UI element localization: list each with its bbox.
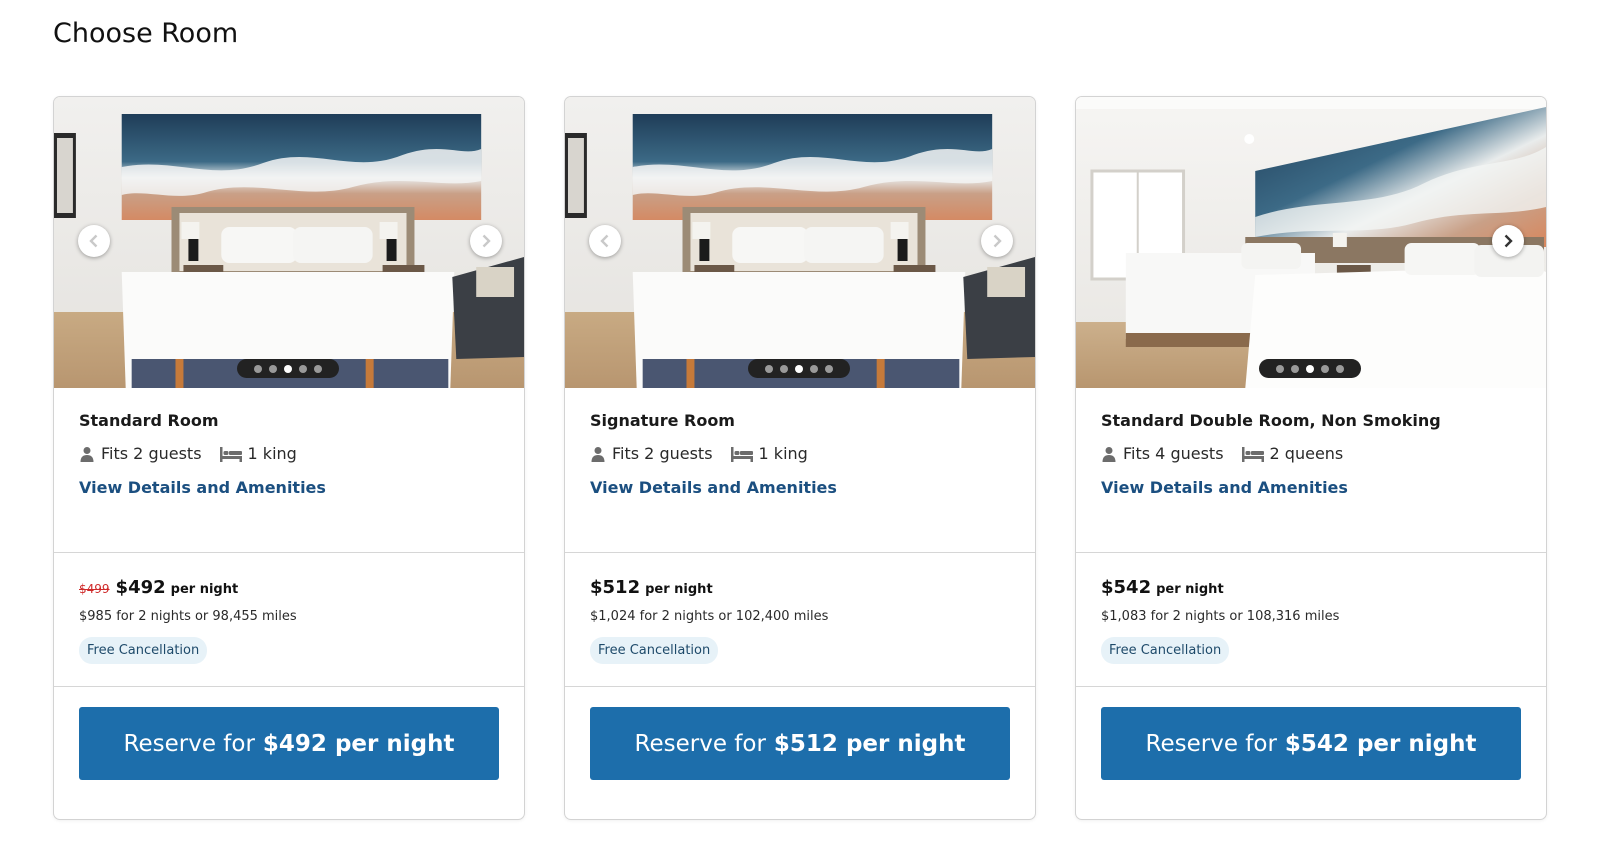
room-info: Standard Double Room, Non Smoking Fits 4… (1076, 388, 1546, 553)
carousel-dot-active[interactable] (795, 364, 803, 373)
carousel-dot[interactable] (299, 364, 307, 373)
free-cancellation-badge: Free Cancellation (79, 637, 208, 664)
carousel-dots (748, 359, 850, 378)
chevron-right-icon (1504, 234, 1513, 248)
carousel-dot-active[interactable] (1306, 364, 1314, 373)
price-unit: per night (645, 582, 713, 597)
reserve-label: Reserve for (634, 730, 766, 757)
room-photo-image (565, 97, 1035, 388)
price-unit: per night (170, 582, 239, 597)
carousel-dot[interactable] (1276, 364, 1284, 373)
reserve-button[interactable]: Reserve for $512 per night (590, 707, 1010, 780)
room-photo[interactable] (565, 97, 1035, 388)
bed-icon (730, 446, 753, 462)
carousel-dot[interactable] (1321, 364, 1329, 373)
room-photo-image (54, 97, 524, 388)
carousel-dot[interactable] (780, 364, 788, 373)
room-capacity: Fits 4 guests 2 queens (1101, 444, 1343, 463)
room-photo[interactable] (1076, 97, 1546, 388)
person-icon (590, 446, 606, 462)
bed-type: 2 queens (1269, 444, 1344, 463)
view-details-link[interactable]: View Details and Amenities (79, 478, 326, 497)
reserve-amount: $512 per night (773, 730, 966, 757)
price-unit: per night (1156, 582, 1224, 597)
bed-type: 1 king (758, 444, 808, 463)
carousel-prev-button[interactable] (78, 225, 110, 257)
carousel-dot[interactable] (314, 364, 322, 373)
carousel-dot[interactable] (269, 364, 277, 373)
carousel-dot[interactable] (810, 364, 818, 373)
chevron-left-icon (600, 234, 609, 248)
bed-info: 1 king (730, 444, 808, 463)
bed-type: 1 king (247, 444, 297, 463)
reserve-label: Reserve for (1145, 730, 1277, 757)
person-icon (79, 446, 95, 462)
guest-count: Fits 2 guests (101, 444, 202, 463)
total-price: $1,024 for 2 nights or 102,400 miles (590, 609, 829, 624)
carousel-dot[interactable] (825, 364, 833, 373)
bed-info: 2 queens (1241, 444, 1344, 463)
price-section: $542 per night $1,083 for 2 nights or 10… (1076, 553, 1546, 687)
price-section: $499 $492 per night $985 for 2 nights or… (54, 553, 524, 687)
price-line: $542 per night (1101, 577, 1224, 598)
carousel-next-button[interactable] (981, 225, 1013, 257)
carousel-next-button[interactable] (470, 225, 502, 257)
carousel-dot[interactable] (765, 364, 773, 373)
carousel-next-button[interactable] (1492, 225, 1524, 257)
bed-icon (1241, 446, 1264, 462)
room-photo[interactable] (54, 97, 524, 388)
chevron-right-icon (482, 234, 491, 248)
page-title: Choose Room (53, 18, 239, 49)
guest-count: Fits 2 guests (612, 444, 713, 463)
carousel-dots (1259, 359, 1361, 378)
room-name: Signature Room (590, 411, 735, 430)
total-price: $1,083 for 2 nights or 108,316 miles (1101, 609, 1340, 624)
reserve-button[interactable]: Reserve for $542 per night (1101, 707, 1521, 780)
reserve-amount: $492 per night (262, 730, 455, 757)
room-capacity: Fits 2 guests 1 king (590, 444, 808, 463)
person-icon (1101, 446, 1117, 462)
room-card-standard-room: Standard Room Fits 2 guests 1 king View … (53, 96, 525, 820)
carousel-dot-active[interactable] (284, 364, 292, 373)
reserve-button[interactable]: Reserve for $492 per night (79, 707, 499, 780)
carousel-dots (237, 359, 339, 378)
reserve-label: Reserve for (123, 730, 255, 757)
carousel-dot[interactable] (254, 364, 262, 373)
original-price: $499 (79, 582, 110, 596)
chevron-left-icon (89, 234, 98, 248)
room-name: Standard Room (79, 411, 219, 430)
nightly-price: $492 (115, 577, 166, 598)
reserve-amount: $542 per night (1284, 730, 1477, 757)
room-info: Standard Room Fits 2 guests 1 king View … (54, 388, 524, 553)
room-photo-image (1076, 97, 1546, 388)
total-price: $985 for 2 nights or 98,455 miles (79, 609, 297, 624)
carousel-dot[interactable] (1291, 364, 1299, 373)
free-cancellation-badge: Free Cancellation (590, 637, 719, 664)
carousel-prev-button[interactable] (589, 225, 621, 257)
room-card-standard-double-room: Standard Double Room, Non Smoking Fits 4… (1075, 96, 1547, 820)
price-line: $499 $492 per night (79, 577, 238, 598)
view-details-link[interactable]: View Details and Amenities (590, 478, 837, 497)
carousel-dot[interactable] (1336, 364, 1344, 373)
bed-icon (219, 446, 242, 462)
room-info: Signature Room Fits 2 guests 1 king View… (565, 388, 1035, 553)
chevron-right-icon (993, 234, 1002, 248)
price-line: $512 per night (590, 577, 713, 598)
room-capacity: Fits 2 guests 1 king (79, 444, 297, 463)
room-card-signature-room: Signature Room Fits 2 guests 1 king View… (564, 96, 1036, 820)
view-details-link[interactable]: View Details and Amenities (1101, 478, 1348, 497)
nightly-price: $512 (590, 577, 641, 598)
guest-count: Fits 4 guests (1123, 444, 1224, 463)
bed-info: 1 king (219, 444, 297, 463)
free-cancellation-badge: Free Cancellation (1101, 637, 1230, 664)
nightly-price: $542 (1101, 577, 1152, 598)
room-name: Standard Double Room, Non Smoking (1101, 411, 1441, 430)
price-section: $512 per night $1,024 for 2 nights or 10… (565, 553, 1035, 687)
